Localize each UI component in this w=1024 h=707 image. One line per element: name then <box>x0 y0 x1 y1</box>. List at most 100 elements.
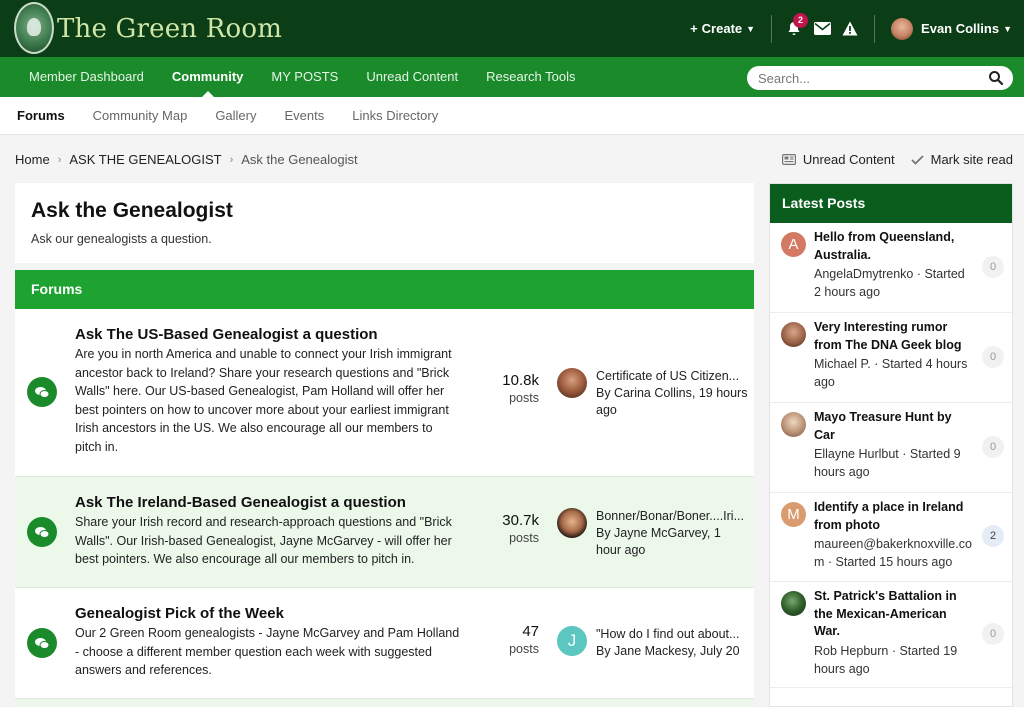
checkmark-icon <box>910 154 924 165</box>
plus-icon: + <box>690 21 698 36</box>
latest-post-item[interactable]: St. Patrick's Battalion in the Mexican-A… <box>770 582 1012 688</box>
latest-post-meta: Michael P. · Started 4 hours ago <box>814 357 968 389</box>
user-name: Evan Collins <box>921 21 1000 36</box>
latest-post-title[interactable]: Hello from Queensland, Australia. <box>814 229 969 264</box>
newspaper-icon <box>781 154 796 165</box>
reply-count: 0 <box>982 623 1004 645</box>
mark-site-read-label: Mark site read <box>930 152 1013 167</box>
last-post-title[interactable]: Certificate of US Citizen... <box>596 368 748 385</box>
forum-chat-icon <box>27 377 57 407</box>
forum-row[interactable]: Ask The Ireland-Based Genealogist a ques… <box>15 477 754 588</box>
last-post-meta: By Jayne McGarvey, 1 hour ago <box>596 526 721 557</box>
latest-post-item[interactable]: A Hello from Queensland, Australia. Ange… <box>770 223 1012 313</box>
user-avatar <box>891 17 914 40</box>
reply-count: 0 <box>982 256 1004 278</box>
forums-section-header: Forums <box>15 270 754 309</box>
nav-item-community[interactable]: Community <box>158 57 258 97</box>
top-header: The Green Room + Create ▼ 2 Evan Collins… <box>0 0 1024 57</box>
latest-post-item[interactable]: Mayo Treasure Hunt by Car Ellayne Hurlbu… <box>770 403 1012 493</box>
create-button[interactable]: + Create ▼ <box>674 21 771 36</box>
latest-post-item[interactable]: Very Interesting rumor from The DNA Geek… <box>770 313 1012 403</box>
notification-count-badge: 2 <box>793 12 809 28</box>
latest-post-title[interactable]: Very Interesting rumor from The DNA Geek… <box>814 319 969 354</box>
latest-post-item[interactable]: M Identify a place in Ireland from photo… <box>770 493 1012 582</box>
latest-post-title[interactable]: Identify a place in Ireland from photo <box>814 499 969 534</box>
latest-post-meta: maureen@bakerknoxville.com · Started 15 … <box>814 537 972 569</box>
envelope-icon <box>813 22 831 35</box>
poster-avatar[interactable]: M <box>781 502 806 527</box>
forum-row[interactable]: Genealogist Pick of the Week Our 2 Green… <box>15 588 754 699</box>
last-post-title[interactable]: Bonner/Bonar/Boner....Iri... <box>596 508 748 525</box>
last-poster-avatar[interactable] <box>557 508 587 538</box>
forum-description: Are you in north America and unable to c… <box>75 347 452 454</box>
forum-post-count: 30.7k posts <box>502 512 539 545</box>
forum-row[interactable]: Ask The US-Based Genealogist a question … <box>15 309 754 477</box>
poster-avatar[interactable] <box>781 322 806 347</box>
forum-title[interactable]: Ask The Ireland-Based Genealogist a ques… <box>75 494 406 511</box>
forum-title[interactable]: Genealogist Pick of the Week <box>75 605 284 622</box>
caret-down-icon: ▼ <box>746 23 756 34</box>
forum-chat-icon <box>27 628 57 658</box>
forum-description: Share your Irish record and research-app… <box>75 515 452 567</box>
subnav-item-forums[interactable]: Forums <box>3 108 79 123</box>
latest-post-meta: AngelaDmytrenko · Started 2 hours ago <box>814 267 965 299</box>
last-post: Certificate of US Citizen... By Carina C… <box>596 368 748 419</box>
messages-button[interactable] <box>808 15 836 43</box>
last-post: Bonner/Bonar/Boner....Iri... By Jayne Mc… <box>596 508 748 559</box>
user-menu[interactable]: Evan Collins ▼ <box>875 17 1024 40</box>
header-actions: + Create ▼ 2 Evan Collins ▼ <box>674 0 1024 57</box>
unread-content-link[interactable]: Unread Content <box>781 152 895 167</box>
page-description: Ask our genealogists a question. <box>31 232 212 246</box>
breadcrumb-home[interactable]: Home <box>15 152 50 167</box>
divider <box>771 14 773 43</box>
notifications-button[interactable]: 2 <box>780 12 809 43</box>
poster-avatar[interactable]: A <box>781 232 806 257</box>
latest-post-title[interactable]: St. Patrick's Battalion in the Mexican-A… <box>814 588 969 641</box>
post-count-value: 30.7k <box>502 512 539 529</box>
chevron-right-icon: › <box>57 153 62 166</box>
site-logo[interactable] <box>14 2 54 54</box>
forum-title[interactable]: Ask The US-Based Genealogist a question <box>75 326 378 343</box>
forum-post-count: 47 posts <box>509 623 539 656</box>
subnav-item-community-map[interactable]: Community Map <box>79 108 202 123</box>
forum-post-count: 10.8k posts <box>502 372 539 405</box>
last-poster-avatar[interactable]: J <box>557 626 587 656</box>
last-post: "How do I find out about... By Jane Mack… <box>596 626 748 660</box>
breadcrumb-section[interactable]: ASK THE GENEALOGIST <box>69 152 221 167</box>
poster-avatar[interactable] <box>781 412 806 437</box>
poster-avatar[interactable] <box>781 591 806 616</box>
create-label: Create <box>701 21 743 36</box>
forum-description: Our 2 Green Room genealogists - Jayne Mc… <box>75 626 460 678</box>
last-poster-avatar[interactable] <box>557 368 587 398</box>
reports-button[interactable] <box>836 15 864 43</box>
site-title[interactable]: The Green Room <box>57 14 282 44</box>
forum-chat-icon <box>27 517 57 547</box>
breadcrumb: Home › ASK THE GENEALOGIST › Ask the Gen… <box>15 152 358 167</box>
post-count-value: 47 <box>522 623 539 640</box>
nav-item-unread-content[interactable]: Unread Content <box>352 57 472 97</box>
reply-count: 0 <box>982 436 1004 458</box>
nav-item-member-dashboard[interactable]: Member Dashboard <box>15 57 158 97</box>
subnav-item-links-directory[interactable]: Links Directory <box>338 108 452 123</box>
page-title: Ask the Genealogist <box>31 199 233 222</box>
search-icon[interactable] <box>988 70 1004 86</box>
latest-posts-widget: Latest Posts A Hello from Queensland, Au… <box>769 183 1013 707</box>
post-count-value: 10.8k <box>502 372 539 389</box>
caret-down-icon: ▼ <box>1003 23 1012 34</box>
reply-count: 0 <box>982 346 1004 368</box>
subnav-item-gallery[interactable]: Gallery <box>201 108 270 123</box>
reply-count: 2 <box>982 525 1004 547</box>
nav-item-my-posts[interactable]: MY POSTS <box>257 57 352 97</box>
breadcrumb-actions: Unread Content Mark site read <box>781 152 1013 167</box>
latest-post-meta: Ellayne Hurlbut · Started 9 hours ago <box>814 447 961 479</box>
latest-post-title[interactable]: Mayo Treasure Hunt by Car <box>814 409 969 444</box>
warning-icon <box>842 21 858 36</box>
breadcrumb-current[interactable]: Ask the Genealogist <box>241 152 357 167</box>
nav-item-research-tools[interactable]: Research Tools <box>472 57 589 97</box>
mark-site-read-link[interactable]: Mark site read <box>910 152 1013 167</box>
last-post-title[interactable]: "How do I find out about... <box>596 626 748 643</box>
search-input[interactable] <box>747 66 1013 90</box>
post-count-label: posts <box>509 391 539 405</box>
forum-row <box>15 699 754 707</box>
subnav-item-events[interactable]: Events <box>271 108 339 123</box>
